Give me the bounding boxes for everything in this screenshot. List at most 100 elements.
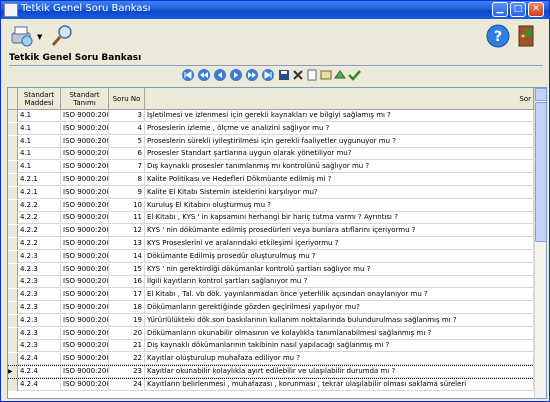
cell-tanimi[interactable]: ISO 9000:200 xyxy=(61,314,109,327)
row-indicator[interactable] xyxy=(8,174,18,186)
table-row[interactable]: 4.2.2 ISO 9000:200 13 KYS Proseslerini ve a… xyxy=(8,238,534,250)
col-header-maddesi[interactable]: Standart Maddesi xyxy=(18,88,61,110)
col-header-tanimi[interactable]: Standart Tanımı xyxy=(61,88,109,110)
table-row[interactable]: 4.1 ISO 9000:200 3 İşletilmesi ve izlenmesi… xyxy=(8,110,534,122)
cell-maddesi[interactable]: 4.1 xyxy=(18,148,61,161)
row-indicator[interactable] xyxy=(8,238,18,250)
save-icon[interactable] xyxy=(277,68,291,82)
table-row[interactable]: ▶ 4.2.4 ISO 9000:200 23 Kayıtlar okunabilir … xyxy=(8,365,535,379)
cell-maddesi[interactable]: 4.2.2 xyxy=(18,199,61,212)
row-indicator[interactable] xyxy=(8,110,18,122)
row-indicator[interactable] xyxy=(8,186,18,199)
next-page-icon[interactable] xyxy=(245,68,259,82)
cell-soru[interactable]: Kayıtlar oluşturulup muhafaza ediliyor m… xyxy=(145,353,534,366)
cell-maddesi[interactable]: 4.2.2 xyxy=(18,225,61,238)
table-row[interactable]: 4.2.2 ISO 9000:200 11 El Kitabı , KYS ' in … xyxy=(8,212,534,225)
row-indicator[interactable] xyxy=(8,212,18,225)
row-indicator[interactable] xyxy=(8,199,18,212)
cell-tanimi[interactable]: ISO 9000:200 xyxy=(61,353,109,366)
maximize-button[interactable]: □ xyxy=(510,2,526,17)
cell-soru-no[interactable]: 22 xyxy=(109,353,145,366)
cell-soru[interactable]: Dökümanların gerektiğinde gözden geçiril… xyxy=(145,302,534,314)
row-indicator[interactable] xyxy=(8,250,18,263)
cell-tanimi[interactable]: ISO 9000:200 xyxy=(61,378,109,391)
cell-tanimi[interactable]: ISO 9000:200 xyxy=(61,186,109,199)
cell-tanimi[interactable]: ISO 9000:200 xyxy=(61,366,109,378)
row-indicator[interactable] xyxy=(8,289,18,302)
vertical-scrollbar[interactable] xyxy=(534,88,546,398)
delete-icon[interactable] xyxy=(291,68,305,82)
cell-soru[interactable]: Dış kaynaklı prosesler tanımlanmış mı ko… xyxy=(145,161,534,174)
cell-soru[interactable]: KYS ' nin gerektirdiği dökümanlar kontro… xyxy=(145,263,534,276)
cell-maddesi[interactable]: 4.1 xyxy=(18,161,61,174)
scroll-thumb[interactable] xyxy=(535,102,546,242)
cell-soru-no[interactable]: 15 xyxy=(109,263,145,276)
cell-soru-no[interactable]: 17 xyxy=(109,289,145,302)
cell-soru[interactable]: Prosesler Standart şartlarına uygun olar… xyxy=(145,148,534,161)
col-header-soru-no[interactable]: Soru No xyxy=(109,88,145,110)
cell-soru-no[interactable]: 16 xyxy=(109,276,145,289)
cell-maddesi[interactable]: 4.2.3 xyxy=(18,263,61,276)
cell-tanimi[interactable]: ISO 9000:200 xyxy=(61,135,109,148)
cell-maddesi[interactable]: 4.2.4 xyxy=(18,353,61,366)
cell-soru[interactable]: Kayıtların belirlenmesi , muhafazası , k… xyxy=(145,378,534,391)
prev-record-icon[interactable] xyxy=(213,68,227,82)
table-row[interactable]: 4.2.3 ISO 9000:200 14 Dökümante Edilmiş pro… xyxy=(8,250,534,263)
table-row[interactable]: 4.1 ISO 9000:200 4 Proseslerin izleme , ölç… xyxy=(8,122,534,135)
row-indicator[interactable] xyxy=(8,327,18,340)
chevron-down-icon[interactable]: ▼ xyxy=(37,33,42,41)
row-indicator[interactable] xyxy=(8,161,18,174)
help-icon[interactable]: ? xyxy=(485,23,511,49)
col-header-soru[interactable]: Sor xyxy=(145,88,534,110)
cell-soru[interactable]: KYS Proseslerini ve aralarındaki etkileş… xyxy=(145,238,534,250)
cell-tanimi[interactable]: ISO 9000:200 xyxy=(61,148,109,161)
cell-maddesi[interactable]: 4.2.3 xyxy=(18,314,61,327)
cell-tanimi[interactable]: ISO 9000:200 xyxy=(61,327,109,340)
cell-tanimi[interactable]: ISO 9000:200 xyxy=(61,161,109,174)
cell-soru-no[interactable]: 24 xyxy=(109,378,145,391)
exit-door-icon[interactable] xyxy=(513,23,539,49)
table-row[interactable]: 4.2.3 ISO 9000:200 18 Dökümanların gerektiğ… xyxy=(8,302,534,314)
cell-soru[interactable]: Yürürlülükteki dök.son baskılarının kull… xyxy=(145,314,534,327)
table-row[interactable]: 4.1 ISO 9000:200 5 Proseslerin sürekli iyil… xyxy=(8,135,534,148)
print-preview-icon[interactable] xyxy=(9,23,35,49)
row-indicator[interactable] xyxy=(8,225,18,238)
cell-soru-no[interactable]: 18 xyxy=(109,302,145,314)
search-icon[interactable] xyxy=(49,23,75,49)
cell-soru[interactable]: İşletilmesi ve izlenmesi için gerekli ka… xyxy=(145,110,534,122)
cell-soru-no[interactable]: 7 xyxy=(109,161,145,174)
cell-maddesi[interactable]: 4.2.3 xyxy=(18,302,61,314)
cell-maddesi[interactable]: 4.2.2 xyxy=(18,212,61,225)
row-indicator[interactable] xyxy=(8,302,18,314)
cell-soru-no[interactable]: 4 xyxy=(109,122,145,135)
row-indicator[interactable] xyxy=(8,340,18,353)
cell-maddesi[interactable]: 4.2.4 xyxy=(18,366,61,378)
cell-soru[interactable]: İlgili kayıtların kontrol şartları sağla… xyxy=(145,276,534,289)
cell-soru[interactable]: Kayıtlar okunabilir kolaylıkla ayırt edi… xyxy=(145,366,534,378)
cell-soru-no[interactable]: 3 xyxy=(109,110,145,122)
cell-soru-no[interactable]: 6 xyxy=(109,148,145,161)
last-record-icon[interactable] xyxy=(261,68,275,82)
row-indicator[interactable] xyxy=(8,263,18,276)
row-indicator[interactable] xyxy=(8,314,18,327)
cell-tanimi[interactable]: ISO 9000:200 xyxy=(61,289,109,302)
cell-maddesi[interactable]: 4.2.3 xyxy=(18,276,61,289)
confirm-check-icon[interactable] xyxy=(347,68,361,82)
cell-maddesi[interactable]: 4.2.1 xyxy=(18,174,61,186)
refresh-icon[interactable] xyxy=(333,68,347,82)
first-record-icon[interactable] xyxy=(181,68,195,82)
row-indicator[interactable] xyxy=(8,148,18,161)
cell-soru[interactable]: Proseslerin sürekli iyileştirilmesi için… xyxy=(145,135,534,148)
cell-soru[interactable]: Dökümanların okunabilir olmasının ve kol… xyxy=(145,327,534,340)
cell-soru[interactable]: KYS ' nin dökümante edilmiş prosedürleri… xyxy=(145,225,534,238)
row-indicator[interactable] xyxy=(8,276,18,289)
row-indicator[interactable] xyxy=(8,353,18,366)
table-row[interactable]: 4.2.3 ISO 9000:200 20 Dökümanların okunabil… xyxy=(8,327,534,340)
cell-tanimi[interactable]: ISO 9000:200 xyxy=(61,225,109,238)
cell-soru[interactable]: Dökümante Edilmiş prosedür oluşturulmuş … xyxy=(145,250,534,263)
table-row[interactable]: 4.2.3 ISO 9000:200 16 İlgili kayıtların kon… xyxy=(8,276,534,289)
cell-soru[interactable]: El Kitabı , Tal. vb dök. yayınlanmadan ö… xyxy=(145,289,534,302)
row-indicator[interactable] xyxy=(8,378,18,391)
row-indicator[interactable] xyxy=(8,135,18,148)
cell-soru[interactable]: El Kitabı , KYS ' in kapsamını herhangi … xyxy=(145,212,534,225)
